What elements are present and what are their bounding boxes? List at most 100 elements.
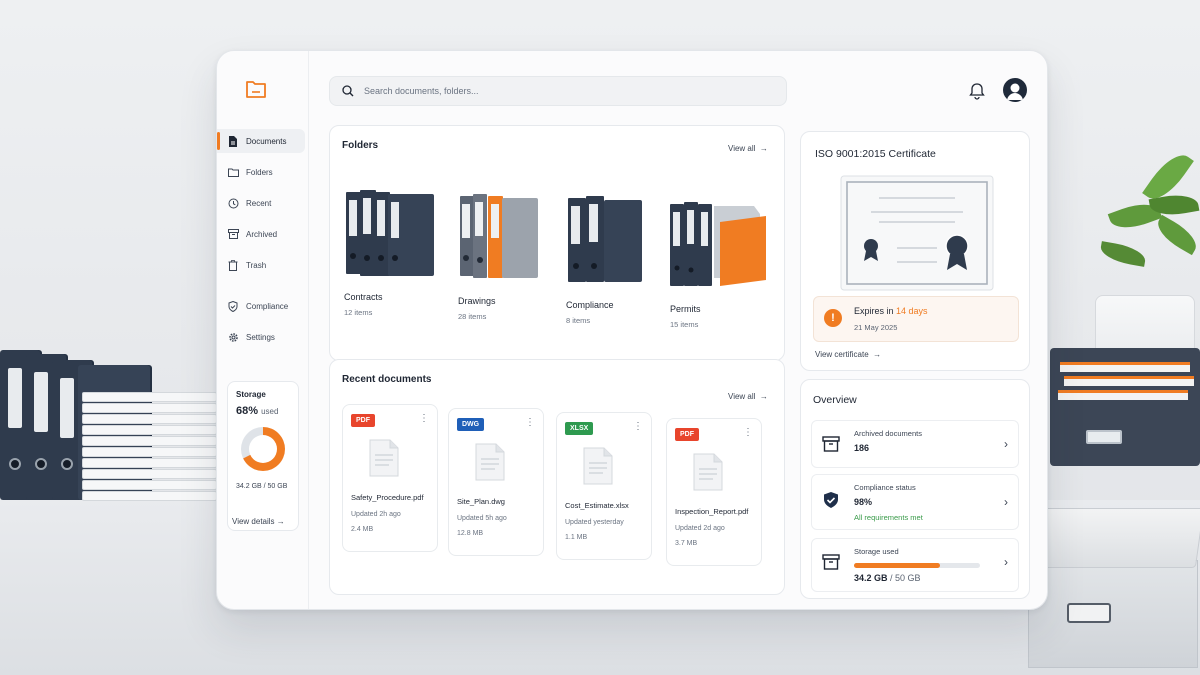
overview-card: Overview Archived documents 186 › Compli… <box>800 379 1030 599</box>
more-options-icon[interactable]: ⋮ <box>419 413 429 424</box>
file-icon <box>475 443 505 481</box>
folder-count: 28 items <box>458 312 487 321</box>
chevron-right-icon: › <box>1004 437 1008 451</box>
file-size: 3.7 MB <box>675 540 698 547</box>
user-avatar[interactable] <box>1003 78 1027 102</box>
search-input[interactable]: Search documents, folders... <box>329 76 787 106</box>
sidebar-item-label: Settings <box>246 332 275 342</box>
chevron-right-icon: › <box>1004 495 1008 509</box>
shield-check-icon <box>824 492 838 508</box>
folder-logo-icon[interactable] <box>245 79 267 99</box>
trash-icon <box>227 259 239 271</box>
storage-progress-fill <box>854 563 940 568</box>
file-size: 12.8 MB <box>457 530 484 537</box>
binder-group-icon <box>346 190 434 276</box>
storage-title: Storage <box>236 390 266 399</box>
more-options-icon[interactable]: ⋮ <box>743 427 753 438</box>
expiry-date: 21 May 2025 <box>854 323 898 332</box>
file-type-badge: XLSX <box>565 422 594 435</box>
file-icon <box>583 447 613 485</box>
storage-card: Storage 68% used 34.2 GB / 50 GB <box>227 381 299 531</box>
decorative-storage-box <box>1019 508 1200 668</box>
sidebar-item-archived[interactable]: Archived <box>217 222 309 246</box>
arrow-right-icon: → <box>276 517 285 526</box>
overview-compliance-row[interactable]: Compliance status 98% All requirements m… <box>811 474 1019 530</box>
archive-icon <box>822 554 840 570</box>
file-name: Inspection_Report.pdf <box>675 507 749 516</box>
sidebar-item-label: Recent <box>246 198 272 208</box>
sidebar-item-documents[interactable]: Documents <box>217 129 305 153</box>
file-name: Site_Plan.dwg <box>457 497 505 506</box>
folders-view-all-link[interactable]: View all → <box>728 144 768 153</box>
sidebar-nav: Documents Folders Recent Archived Trash … <box>217 129 309 356</box>
view-details-link[interactable]: View details → <box>232 517 285 526</box>
certificate-image[interactable] <box>839 174 995 292</box>
file-name: Cost_Estimate.xlsx <box>565 501 629 510</box>
search-placeholder: Search documents, folders... <box>364 86 479 96</box>
file-icon <box>369 439 399 477</box>
gear-icon <box>227 331 239 343</box>
folder-contracts[interactable]: Contracts 12 items <box>344 182 444 332</box>
binder-group-icon <box>568 196 642 282</box>
sidebar-item-compliance[interactable]: Compliance <box>217 294 309 318</box>
overview-label: Storage used <box>854 547 899 556</box>
folder-name: Compliance <box>566 300 614 310</box>
folder-permits[interactable]: Permits 15 items <box>670 182 770 332</box>
overview-label: Compliance status <box>854 483 916 492</box>
search-icon <box>342 85 354 97</box>
file-updated: Updated 2d ago <box>675 525 725 532</box>
folder-count: 12 items <box>344 308 373 317</box>
document-card[interactable]: PDF ⋮ Safety_Procedure.pdf Updated 2h ag… <box>342 404 438 552</box>
sidebar-item-label: Archived <box>246 229 278 239</box>
recent-documents-card: Recent documents View all → PDF ⋮ Safety… <box>329 359 785 595</box>
storage-progress-bar <box>854 563 980 568</box>
sidebar-item-label: Documents <box>246 136 287 146</box>
document-card[interactable]: XLSX ⋮ Cost_Estimate.xlsx Updated yester… <box>556 412 652 560</box>
overview-title: Overview <box>813 394 857 406</box>
compliance-sub: All requirements met <box>854 513 923 522</box>
file-icon <box>693 453 723 491</box>
file-updated: Updated 5h ago <box>457 515 507 522</box>
overview-archived-row[interactable]: Archived documents 186 › <box>811 420 1019 468</box>
folder-compliance[interactable]: Compliance 8 items <box>566 182 666 332</box>
folder-drawings[interactable]: Drawings 28 items <box>458 182 558 332</box>
document-card[interactable]: DWG ⋮ Site_Plan.dwg Updated 5h ago 12.8 … <box>448 408 544 556</box>
more-options-icon[interactable]: ⋮ <box>633 421 643 432</box>
folder-count: 8 items <box>566 316 591 325</box>
view-certificate-link[interactable]: View certificate → <box>815 350 881 359</box>
overview-storage-row[interactable]: Storage used 34.2 GB / 50 GB › <box>811 538 1019 592</box>
top-bar: Search documents, folders... <box>329 76 1029 108</box>
notification-bell-icon[interactable] <box>969 82 985 100</box>
expiry-text: Expires in 14 days <box>854 306 928 316</box>
file-type-badge: PDF <box>675 428 699 441</box>
file-size: 1.1 MB <box>565 534 588 541</box>
decorative-plant <box>1090 135 1200 375</box>
file-size: 2.4 MB <box>351 526 374 533</box>
sidebar-item-label: Trash <box>246 260 267 270</box>
folder-icon <box>227 166 239 178</box>
chevron-right-icon: › <box>1004 555 1008 569</box>
sidebar-item-trash[interactable]: Trash <box>217 253 309 277</box>
sidebar-item-folders[interactable]: Folders <box>217 160 309 184</box>
document-icon <box>227 135 239 147</box>
overview-label: Archived documents <box>854 429 922 438</box>
overview-value: 34.2 GB / 50 GB <box>854 573 921 583</box>
archive-icon <box>822 436 840 452</box>
more-options-icon[interactable]: ⋮ <box>525 417 535 428</box>
sidebar-item-recent[interactable]: Recent <box>217 191 309 215</box>
folder-name: Contracts <box>344 292 383 302</box>
sidebar-item-label: Folders <box>246 167 273 177</box>
decorative-file-box <box>1050 348 1200 466</box>
sidebar-item-settings[interactable]: Settings <box>217 325 309 349</box>
archive-icon <box>227 228 239 240</box>
storage-donut-chart <box>241 427 285 471</box>
folders-card: Folders View all → Contracts 12 items Dr… <box>329 125 785 361</box>
document-card[interactable]: PDF ⋮ Inspection_Report.pdf Updated 2d a… <box>666 418 762 566</box>
app-window: Documents Folders Recent Archived Trash … <box>216 50 1048 610</box>
recent-view-all-link[interactable]: View all → <box>728 392 768 401</box>
sidebar-item-label: Compliance <box>246 301 289 311</box>
expiry-alert: ! Expires in 14 days 21 May 2025 <box>813 296 1019 342</box>
storage-percent: 68% used <box>236 405 279 417</box>
shield-icon <box>227 300 239 312</box>
file-type-badge: PDF <box>351 414 375 427</box>
